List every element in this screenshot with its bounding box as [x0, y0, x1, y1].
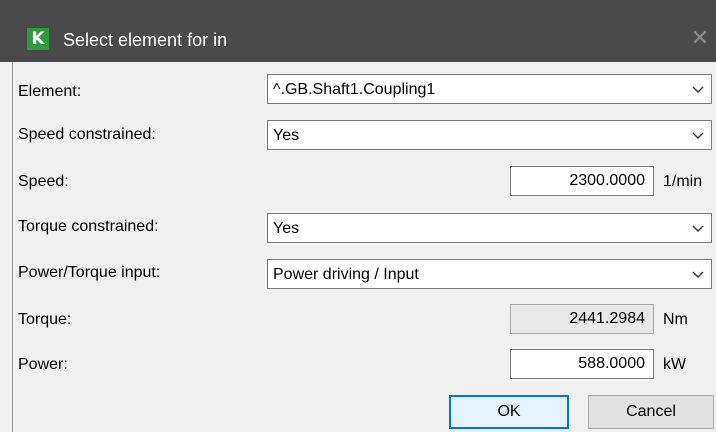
torque-label: Torque: [18, 311, 72, 328]
power-unit: kW [663, 356, 687, 373]
power-torque-input-label: Power/Torque input: [18, 264, 161, 281]
chevron-down-icon [692, 86, 704, 93]
title-bar: K Select element for in ✕ [0, 0, 716, 62]
speed-constrained-label: Speed constrained: [18, 126, 156, 143]
close-icon[interactable]: ✕ [688, 26, 712, 50]
dialog-title: Select element for in [63, 30, 228, 50]
chevron-down-icon [692, 225, 704, 232]
torque-constrained-label: Torque constrained: [18, 218, 159, 235]
power-input[interactable]: 588.0000 [510, 349, 654, 379]
speed-input[interactable]: 2300.0000 [510, 166, 654, 196]
element-dropdown[interactable]: ^.GB.Shaft1.Coupling1 [267, 74, 712, 104]
app-logo-icon: K [27, 28, 49, 50]
select-element-dialog: K Select element for in ✕ Element: ^.GB.… [0, 0, 716, 432]
power-label: Power: [18, 356, 68, 373]
torque-unit: Nm [663, 311, 688, 328]
speed-label: Speed: [18, 173, 69, 190]
ok-button[interactable]: OK [449, 395, 569, 429]
power-torque-input-value: Power driving / Input [273, 266, 419, 283]
speed-constrained-dropdown[interactable]: Yes [267, 120, 712, 150]
torque-constrained-value: Yes [273, 220, 300, 237]
torque-constrained-dropdown[interactable]: Yes [267, 213, 712, 243]
chevron-down-icon [692, 132, 704, 139]
chevron-down-icon [692, 271, 704, 278]
torque-value-field: 2441.2984 [510, 304, 654, 334]
speed-constrained-value: Yes [273, 127, 300, 144]
element-label: Element: [18, 83, 82, 100]
cancel-button[interactable]: Cancel [588, 395, 714, 429]
power-torque-input-dropdown[interactable]: Power driving / Input [267, 259, 712, 289]
element-dropdown-value: ^.GB.Shaft1.Coupling1 [273, 81, 436, 98]
dialog-content: Element: ^.GB.Shaft1.Coupling1 Speed con… [12, 62, 716, 432]
speed-unit: 1/min [663, 173, 703, 190]
